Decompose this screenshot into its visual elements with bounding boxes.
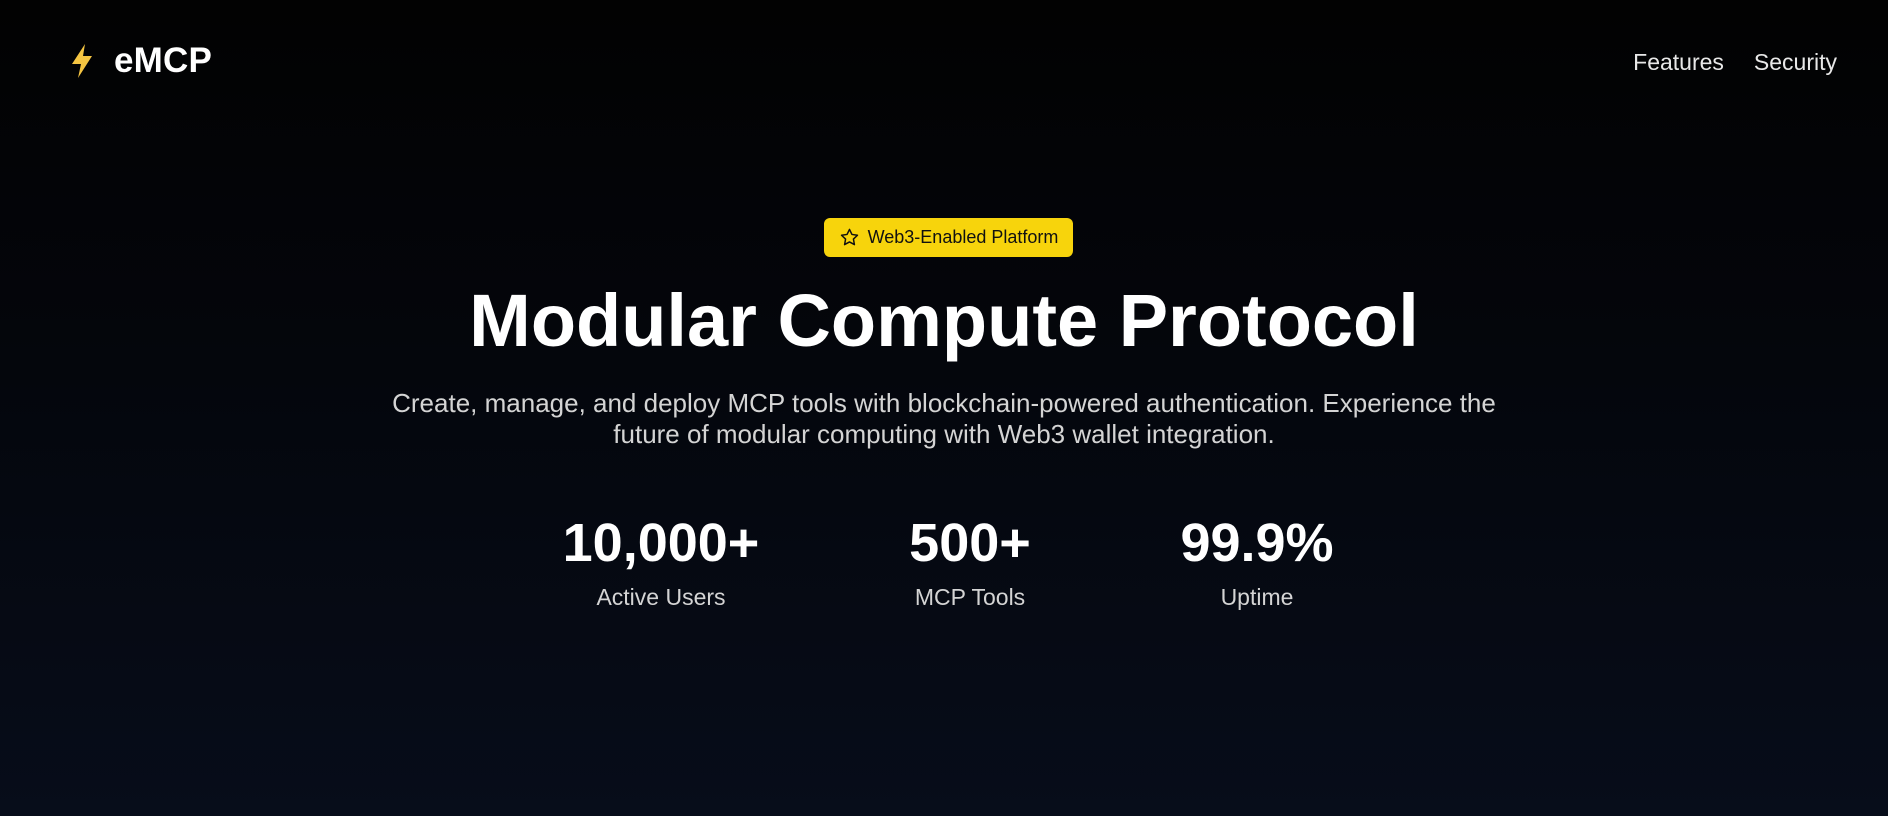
nav-link-features[interactable]: Features bbox=[1633, 48, 1724, 76]
stats-section: 10,000+ Active Users 500+ MCP Tools 99.9… bbox=[0, 512, 1888, 622]
stat-value: 99.9% bbox=[1180, 513, 1334, 573]
platform-badge: Web3-Enabled Platform bbox=[824, 218, 1073, 257]
brand-link[interactable]: eMCP bbox=[64, 41, 212, 81]
stat-label: MCP Tools bbox=[914, 584, 1026, 610]
stat-label: Uptime bbox=[1220, 584, 1294, 610]
brand-name: eMCP bbox=[114, 41, 213, 80]
stat-mcp-tools: 500+ MCP Tools bbox=[820, 512, 1120, 611]
star-icon bbox=[839, 227, 860, 248]
stat-active-users: 10,000+ Active Users bbox=[511, 512, 811, 611]
stat-uptime: 99.9% Uptime bbox=[1107, 512, 1407, 611]
nav-link-security[interactable]: Security bbox=[1754, 48, 1837, 76]
hero-description: Create, manage, and deploy MCP tools wit… bbox=[392, 388, 1496, 449]
badge-label: Web3-Enabled Platform bbox=[867, 227, 1059, 247]
main-navigation: Features Security bbox=[1633, 48, 1837, 76]
stat-value: 500+ bbox=[909, 513, 1031, 573]
stat-value: 10,000+ bbox=[562, 513, 760, 573]
lightning-bolt-icon bbox=[64, 41, 100, 81]
stat-label: Active Users bbox=[596, 584, 726, 610]
page-title: Modular Compute Protocol bbox=[469, 279, 1419, 362]
top-navigation: eMCP Features Security bbox=[0, 0, 1888, 124]
